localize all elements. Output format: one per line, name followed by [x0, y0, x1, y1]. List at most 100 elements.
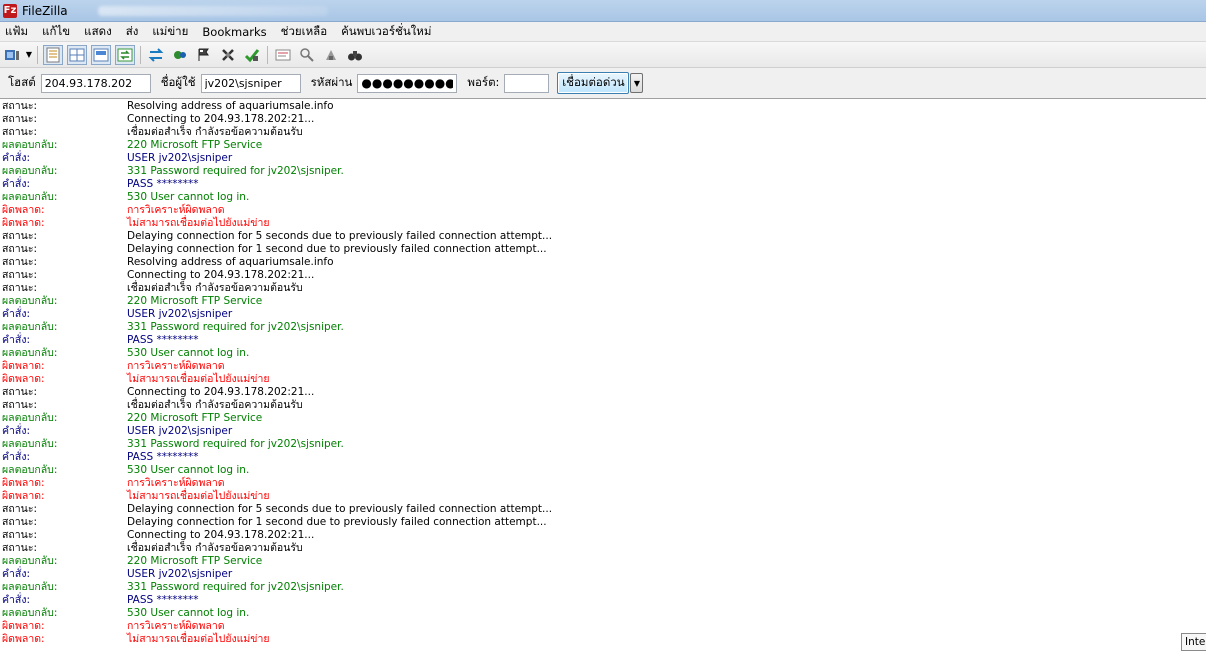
log-row: ผลตอบกลับ: 331 Password required for jv20… [0, 321, 1206, 334]
quickconnect-button[interactable]: เชื่อมต่อด่วน [557, 72, 630, 94]
disconnect-icon[interactable] [218, 45, 238, 65]
log-row: ผลตอบกลับ: 530 User cannot log in. [0, 607, 1206, 620]
log-message: 530 User cannot log in. [127, 191, 250, 203]
message-log[interactable]: สถานะ: Resolving address of aquariumsale.… [0, 100, 1206, 651]
toolbar: ▼ [0, 42, 1206, 68]
refresh-icon[interactable] [146, 45, 166, 65]
host-label: โฮสต์ [8, 75, 36, 89]
log-row: สถานะ: Connecting to 204.93.178.202:21... [0, 386, 1206, 399]
cancel-operation-icon[interactable] [194, 45, 214, 65]
log-type-label: ผลตอบกลับ: [2, 347, 58, 359]
log-row: สถานะ: Resolving address of aquariumsale.… [0, 100, 1206, 113]
log-row: ผิดพลาด: การวิเคราะห์ผิดพลาด [0, 204, 1206, 217]
local-tree-toggle-icon[interactable] [67, 44, 87, 65]
log-message: Delaying connection for 1 second due to … [127, 516, 547, 528]
title-blurred-region [97, 5, 328, 16]
log-type-label: คำสั่ง: [2, 152, 30, 164]
log-row: ผิดพลาด: การวิเคราะห์ผิดพลาด [0, 360, 1206, 373]
log-message: USER jv202\sjsniper [127, 152, 233, 164]
log-row: ผิดพลาด: การวิเคราะห์ผิดพลาด [0, 477, 1206, 490]
menu-new-version[interactable]: ค้นพบเวอร์ชั่นใหม่ [334, 23, 438, 41]
log-type-label: สถานะ: [2, 516, 38, 528]
log-message: 530 User cannot log in. [127, 464, 250, 476]
log-row: สถานะ: เชื่อมต่อสำเร็จ กำลังรอข้อความต้อน… [0, 282, 1206, 295]
directory-comparison-icon[interactable] [297, 45, 317, 65]
password-field[interactable] [357, 73, 458, 93]
log-row: สถานะ: Delaying connection for 1 second d… [0, 516, 1206, 529]
log-type-label: สถานะ: [2, 126, 38, 138]
log-message: USER jv202\sjsniper [127, 568, 233, 580]
log-row: คำสั่ง: PASS ******** [0, 178, 1206, 191]
log-row: ผลตอบกลับ: 530 User cannot log in. [0, 347, 1206, 360]
log-type-label: ผิดพลาด: [2, 490, 45, 502]
filezilla-app-icon: Fz [3, 3, 17, 18]
dropdown-arrow-icon[interactable]: ▼ [24, 50, 34, 59]
window-title: FileZilla [22, 3, 68, 18]
search-binoculars-icon[interactable] [345, 45, 365, 65]
username-field[interactable] [200, 73, 301, 93]
menu-server[interactable]: แม่ข่าย [145, 23, 195, 41]
log-type-label: สถานะ: [2, 399, 38, 411]
log-type-label: ผลตอบกลับ: [2, 438, 58, 450]
log-type-label: ผลตอบกลับ: [2, 321, 58, 333]
log-message: Resolving address of aquariumsale.info [127, 100, 334, 112]
log-row: สถานะ: Connecting to 204.93.178.202:21... [0, 113, 1206, 126]
log-type-label: สถานะ: [2, 230, 38, 242]
log-type-label: ผิดพลาด: [2, 360, 45, 372]
title-bar[interactable]: Fz FileZilla [0, 0, 1206, 22]
log-message: Connecting to 204.93.178.202:21... [127, 529, 315, 541]
log-row: คำสั่ง: PASS ******** [0, 334, 1206, 347]
reconnect-icon[interactable] [242, 45, 262, 65]
process-queue-icon[interactable] [170, 45, 190, 65]
toolbar-separator [37, 45, 38, 64]
filter-icon[interactable] [273, 45, 293, 65]
log-type-label: ผิดพลาด: [2, 620, 45, 632]
log-type-label: ผลตอบกลับ: [2, 464, 58, 476]
log-type-label: ผลตอบกลับ: [2, 165, 58, 177]
log-message: การวิเคราะห์ผิดพลาด [127, 204, 225, 216]
log-message: 220 Microsoft FTP Service [127, 295, 263, 307]
log-message: การวิเคราะห์ผิดพลาด [127, 620, 225, 632]
menu-transfer[interactable]: ส่ง [119, 23, 146, 41]
log-type-label: คำสั่ง: [2, 594, 30, 606]
log-row: ผิดพลาด: ไม่สามารถเชื่อมต่อไปยังแม่ข่าย [0, 217, 1206, 230]
log-type-label: ผลตอบกลับ: [2, 581, 58, 593]
menu-help[interactable]: ช่วยเหลือ [274, 23, 334, 41]
port-field[interactable] [504, 73, 550, 93]
message-log-toggle-icon[interactable] [43, 44, 63, 65]
menu-bar: แฟ้ม แก้ไข แสดง ส่ง แม่ข่าย Bookmarks ช่… [0, 22, 1206, 42]
transfer-queue-toggle-icon[interactable] [115, 44, 135, 65]
port-label: พอร์ต: [467, 75, 500, 89]
log-row: สถานะ: Resolving address of aquariumsale.… [0, 256, 1206, 269]
menu-bookmarks[interactable]: Bookmarks [195, 25, 273, 39]
log-type-label: คำสั่ง: [2, 178, 30, 190]
log-type-label: ผิดพลาด: [2, 477, 45, 489]
menu-view[interactable]: แสดง [77, 23, 119, 41]
site-manager-icon[interactable] [2, 45, 22, 65]
log-type-label: คำสั่ง: [2, 334, 30, 346]
menu-edit[interactable]: แก้ไข [35, 23, 77, 41]
log-type-label: คำสั่ง: [2, 308, 30, 320]
password-label: รหัสผ่าน [310, 75, 353, 89]
log-row: ผลตอบกลับ: 220 Microsoft FTP Service [0, 412, 1206, 425]
log-message: PASS ******** [127, 451, 199, 463]
log-type-label: สถานะ: [2, 256, 38, 268]
remote-tree-toggle-icon[interactable] [91, 44, 111, 65]
menu-file[interactable]: แฟ้ม [0, 23, 35, 41]
quickconnect-bar: โฮสต์ ชื่อผู้ใช้ รหัสผ่าน พอร์ต: เชื่อมต… [0, 68, 1206, 99]
host-field[interactable] [40, 73, 151, 93]
log-row: สถานะ: เชื่อมต่อสำเร็จ กำลังรอข้อความต้อน… [0, 399, 1206, 412]
log-type-label: สถานะ: [2, 529, 38, 541]
log-type-label: สถานะ: [2, 100, 38, 112]
log-message: 220 Microsoft FTP Service [127, 412, 263, 424]
log-message: 530 User cannot log in. [127, 607, 250, 619]
quickconnect-dropdown-arrow-icon[interactable]: ▼ [630, 73, 644, 93]
log-type-label: สถานะ: [2, 113, 38, 125]
log-row: ผลตอบกลับ: 530 User cannot log in. [0, 191, 1206, 204]
log-message: 530 User cannot log in. [127, 347, 250, 359]
log-type-label: สถานะ: [2, 243, 38, 255]
synchronized-browsing-icon[interactable] [321, 45, 341, 65]
username-label: ชื่อผู้ใช้ [160, 75, 196, 89]
log-message: การวิเคราะห์ผิดพลาด [127, 477, 225, 489]
log-row: คำสั่ง: PASS ******** [0, 451, 1206, 464]
